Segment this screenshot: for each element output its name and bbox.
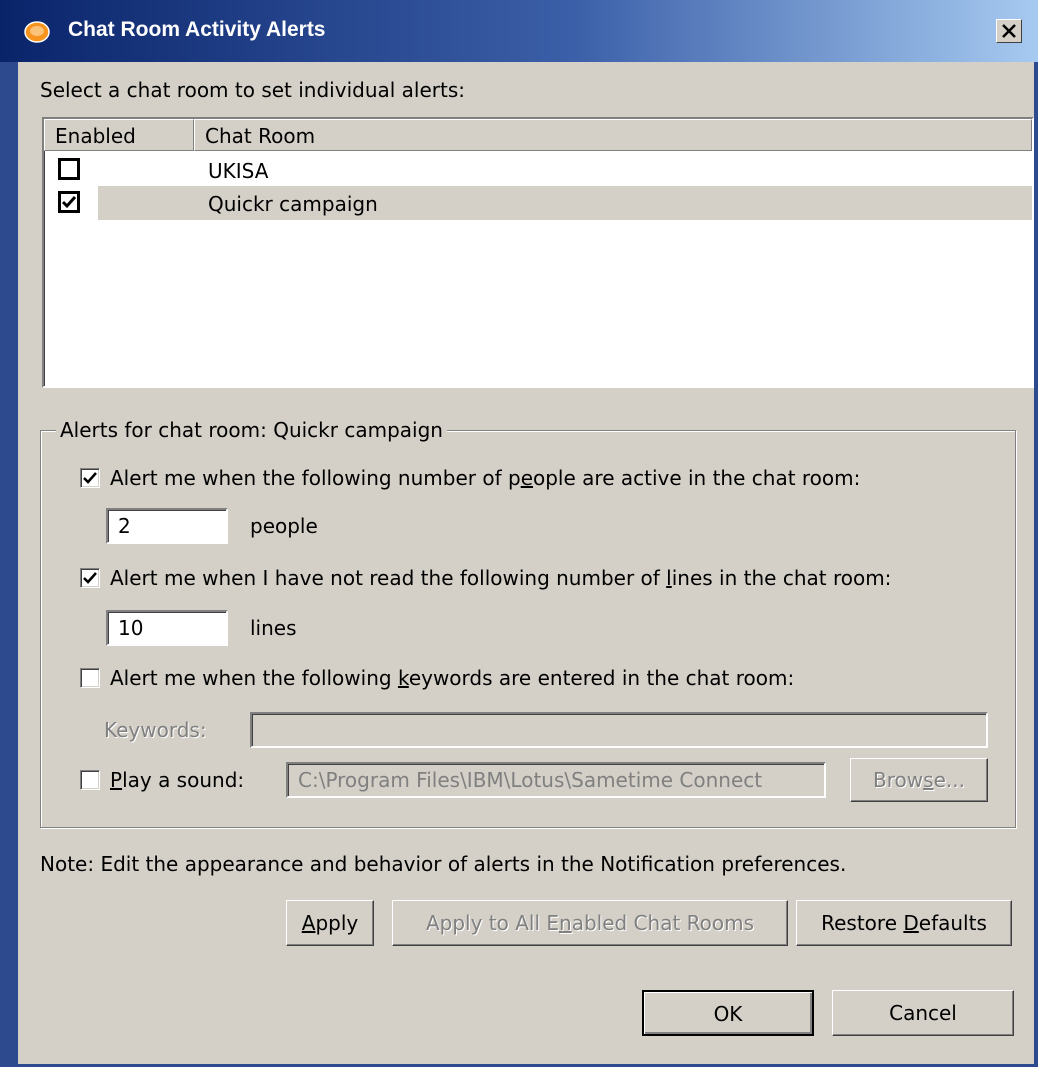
people-unit-label: people bbox=[250, 514, 318, 538]
ok-button[interactable]: OK bbox=[642, 990, 814, 1036]
list-item[interactable]: UKISA bbox=[44, 153, 1032, 187]
lines-unit-label: lines bbox=[250, 616, 297, 640]
column-header-chat-room[interactable]: Chat Room bbox=[194, 119, 1032, 151]
checkmark-icon bbox=[83, 572, 97, 584]
apply-button[interactable]: Apply bbox=[286, 900, 374, 946]
chat-room-name: Quickr campaign bbox=[208, 192, 378, 216]
play-sound-label: Play a sound: bbox=[110, 768, 245, 792]
keywords-input[interactable] bbox=[250, 712, 988, 748]
intro-label: Select a chat room to set individual ale… bbox=[40, 78, 466, 102]
checkmark-icon bbox=[83, 472, 97, 484]
play-sound-checkbox[interactable] bbox=[80, 770, 100, 790]
people-count-input[interactable]: 2 bbox=[106, 508, 228, 544]
enabled-checkbox[interactable] bbox=[58, 191, 80, 213]
checkmark-icon bbox=[61, 196, 77, 209]
cancel-button[interactable]: Cancel bbox=[832, 990, 1014, 1036]
note-label: Note: Edit the appearance and behavior o… bbox=[40, 852, 847, 876]
chat-room-list[interactable]: Enabled Chat Room UKISA Quickr campaign bbox=[42, 117, 1034, 388]
keywords-alert-checkbox[interactable] bbox=[80, 668, 100, 688]
lines-count-input[interactable]: 10 bbox=[106, 610, 228, 646]
title-bar[interactable]: Chat Room Activity Alerts bbox=[0, 0, 1038, 62]
apply-to-all-button[interactable]: Apply to All Enabled Chat Rooms bbox=[392, 900, 788, 946]
column-header-enabled[interactable]: Enabled bbox=[44, 119, 194, 151]
close-button[interactable] bbox=[996, 19, 1022, 43]
list-item-selected[interactable]: Quickr campaign bbox=[44, 186, 1032, 220]
people-alert-checkbox[interactable] bbox=[80, 468, 100, 488]
chat-bubble-icon bbox=[24, 21, 50, 43]
lines-alert-checkbox[interactable] bbox=[80, 568, 100, 588]
dialog-window: Chat Room Activity Alerts Select a chat … bbox=[0, 0, 1038, 1067]
keywords-field-label: Keywords: bbox=[104, 718, 207, 742]
keywords-alert-label: Alert me when the following keywords are… bbox=[110, 666, 795, 690]
people-alert-label: Alert me when the following number of pe… bbox=[110, 466, 861, 490]
browse-button[interactable]: Browse... bbox=[850, 758, 988, 802]
chat-room-name: UKISA bbox=[208, 159, 269, 183]
close-icon bbox=[1002, 24, 1016, 38]
alerts-group-title: Alerts for chat room: Quickr campaign bbox=[56, 418, 447, 442]
lines-alert-label: Alert me when I have not read the follow… bbox=[110, 566, 892, 590]
window-title: Chat Room Activity Alerts bbox=[68, 18, 326, 41]
restore-defaults-button[interactable]: Restore Defaults bbox=[796, 900, 1012, 946]
sound-path-input[interactable]: C:\Program Files\IBM\Lotus\Sametime Conn… bbox=[286, 762, 826, 798]
enabled-checkbox[interactable] bbox=[58, 158, 80, 180]
